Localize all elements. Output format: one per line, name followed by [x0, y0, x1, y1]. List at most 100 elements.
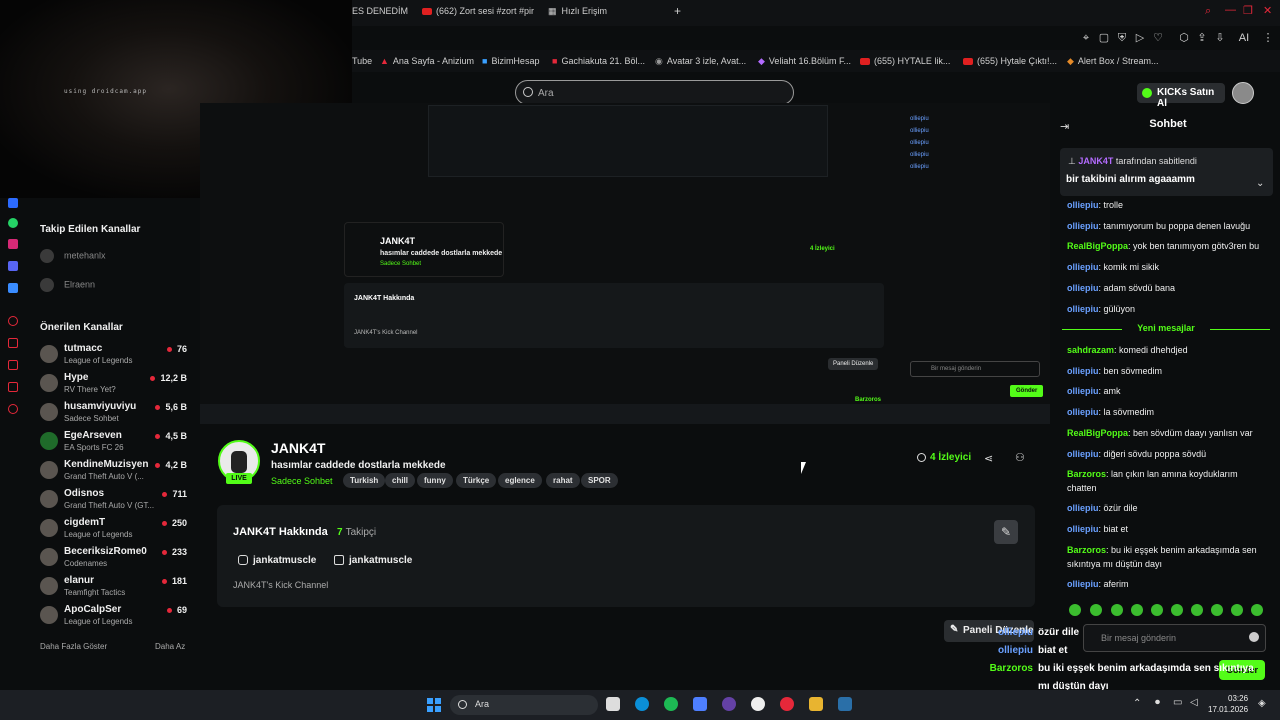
chat-username[interactable]: olliepiu [1067, 449, 1099, 459]
emote-icon[interactable] [1111, 604, 1123, 616]
tag[interactable]: Türkçe [456, 473, 497, 488]
discord-icon[interactable] [8, 261, 18, 271]
play-icon[interactable]: ▷ [1134, 32, 1146, 44]
instagram-link[interactable]: jankatmuscle [238, 555, 316, 566]
notifications-icon[interactable]: ◈ [1258, 698, 1266, 709]
emote-icon[interactable] [1251, 604, 1263, 616]
emote-icon[interactable] [1090, 604, 1102, 616]
recommended-channel[interactable]: BeceriksizRome0 Codenames 233 [40, 546, 190, 574]
network-icon[interactable]: ▭ [1173, 697, 1182, 708]
tag[interactable]: chill [385, 473, 416, 488]
minimize-icon[interactable]: — [1225, 4, 1236, 16]
volume-icon[interactable]: ◁ [1190, 697, 1198, 708]
recommended-channel[interactable]: KendineMuzisyen Grand Theft Auto V (... 4,… [40, 459, 190, 487]
app-icon[interactable] [751, 697, 765, 711]
tab-1[interactable]: ES DENEDİM [352, 6, 408, 16]
tab-2[interactable]: (662) Zort sesi #zort #pir [422, 6, 534, 16]
obs-icon[interactable] [722, 697, 736, 711]
chat-username[interactable]: olliepiu [1067, 304, 1099, 314]
start-icon[interactable] [427, 698, 441, 712]
show-more-link[interactable]: Daha Fazla Göster [40, 642, 107, 651]
whatsapp-icon[interactable] [8, 218, 18, 228]
tab-3[interactable]: ▦ Hızlı Erişim [548, 6, 607, 17]
chat-username[interactable]: Barzoros [1067, 545, 1106, 555]
pin-icon[interactable]: ⌖ [1080, 32, 1092, 44]
emote-icon[interactable] [1231, 604, 1243, 616]
screenshot-icon[interactable]: ▢ [1098, 32, 1110, 44]
emoji-icon[interactable] [1249, 632, 1259, 642]
chat-username[interactable]: RealBigPoppa [1067, 241, 1128, 251]
followed-channel[interactable]: metehanlx [40, 249, 106, 263]
download-icon[interactable]: ⇩ [1214, 32, 1226, 44]
files-icon[interactable] [606, 697, 620, 711]
followed-channel[interactable]: Elraenn [40, 278, 95, 292]
bookmark[interactable]: ▲ Ana Sayfa - Anizium [380, 56, 474, 66]
search-input[interactable]: Ara [515, 80, 794, 105]
chat-username[interactable]: olliepiu [1067, 283, 1099, 293]
share-icon[interactable]: ⋖ [984, 452, 993, 465]
stream-category[interactable]: Sadece Sohbet [271, 476, 333, 486]
avatar[interactable] [1232, 82, 1254, 104]
emote-icon[interactable] [1191, 604, 1203, 616]
channel-name[interactable]: JANK4T [271, 440, 325, 456]
tag[interactable]: eglence [498, 473, 542, 488]
recommended-channel[interactable]: tutmacc League of Legends 76 [40, 343, 190, 371]
steam-icon[interactable] [838, 697, 852, 711]
extensions-icon[interactable]: ⬡ [1178, 32, 1190, 44]
tag[interactable]: funny [417, 473, 453, 488]
heart-icon[interactable]: ♡ [1152, 32, 1164, 44]
show-less-link[interactable]: Daha Az [155, 642, 185, 651]
menu-icon[interactable]: ⋮ [1262, 32, 1274, 44]
recommended-channel[interactable]: elanur Teamfight Tactics 181 [40, 575, 190, 603]
taskbar-clock[interactable]: 03:26 17.01.2026 [1208, 693, 1248, 715]
tag[interactable]: SPOR [581, 473, 618, 488]
emote-icon[interactable] [1151, 604, 1163, 616]
follow-user-icon[interactable]: ⚇ [1015, 451, 1025, 464]
chat-username[interactable]: sahdrazam [1067, 345, 1114, 355]
recommended-channel[interactable]: Hype RV There Yet? 12,2 B [40, 372, 190, 400]
instagram-icon[interactable] [8, 239, 18, 249]
settings-icon[interactable] [8, 404, 18, 414]
bag-icon[interactable] [8, 360, 18, 370]
chat-input[interactable]: Bir mesaj gönderin [1083, 624, 1266, 652]
app-icon[interactable] [693, 697, 707, 711]
play-icon[interactable] [8, 338, 18, 348]
messenger-icon[interactable] [8, 198, 18, 208]
explorer-icon[interactable] [809, 697, 823, 711]
bookmark[interactable]: ■ BizimHesap [482, 56, 539, 66]
youtube-link[interactable]: jankatmuscle [334, 555, 412, 566]
chevron-down-icon[interactable]: ⌄ [1256, 178, 1264, 189]
bookmark[interactable]: (655) HYTALE lik... [860, 56, 950, 66]
chat-username[interactable]: olliepiu [1067, 200, 1099, 210]
chat-username[interactable]: olliepiu [1067, 221, 1099, 231]
close-icon[interactable]: ✕ [1263, 4, 1272, 17]
bookmark[interactable]: ■ Gachiakuta 21. Böl... [552, 56, 645, 66]
chat-username[interactable]: Barzoros [1067, 469, 1106, 479]
tag[interactable]: rahat [546, 473, 580, 488]
chat-username[interactable]: olliepiu [1067, 524, 1099, 534]
new-tab-button[interactable]: + [674, 4, 681, 18]
buy-kicks-button[interactable]: KICKs Satın Al [1137, 83, 1225, 109]
recommended-channel[interactable]: EgeArseven EA Sports FC 26 4,5 B [40, 430, 190, 458]
chevron-up-icon[interactable]: ⌃ [1133, 698, 1141, 709]
emote-icon[interactable] [1211, 604, 1223, 616]
taskbar-search[interactable]: Ara [450, 695, 598, 715]
recommended-channel[interactable]: cigdemT League of Legends 250 [40, 517, 190, 545]
chat-username[interactable]: RealBigPoppa [1067, 428, 1128, 438]
cube-icon[interactable] [8, 382, 18, 392]
bookmark[interactable]: Tube [352, 56, 372, 66]
chat-username[interactable]: olliepiu [1067, 366, 1099, 376]
shield-icon[interactable]: ⛨ [1116, 32, 1128, 44]
tag[interactable]: Turkish [343, 473, 386, 488]
chat-username[interactable]: olliepiu [1067, 262, 1099, 272]
edit-about-button[interactable]: ✎ [994, 520, 1018, 544]
emote-icon[interactable] [1171, 604, 1183, 616]
bookmark[interactable]: ◉ Avatar 3 izle, Avat... [655, 56, 746, 67]
recommended-channel[interactable]: ApoCalpSer League of Legends 69 [40, 604, 190, 632]
app-icon[interactable] [8, 283, 18, 293]
emote-icon[interactable] [1131, 604, 1143, 616]
search-icon[interactable]: ⌕ [1205, 5, 1211, 18]
bookmark[interactable]: (655) Hytale Çıktı!... [963, 56, 1057, 66]
add-icon[interactable] [8, 316, 18, 326]
bookmark[interactable]: ◆ Veliaht 16.Bölüm F... [758, 56, 851, 67]
